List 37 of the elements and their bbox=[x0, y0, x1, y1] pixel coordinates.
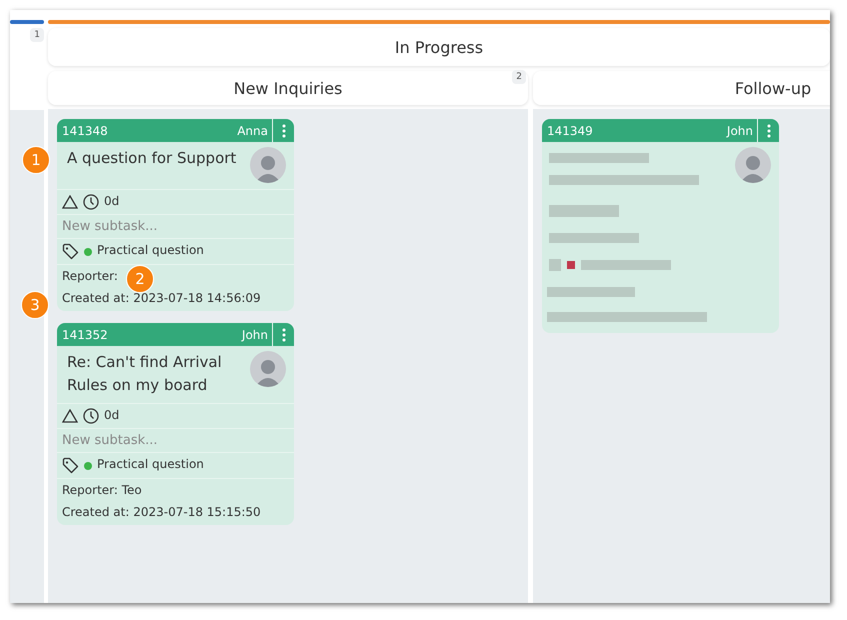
person-silhouette-icon bbox=[255, 153, 281, 183]
card-title: Re: Can't find Arrival Rules on my board bbox=[67, 352, 223, 396]
reporter-text: Reporter: bbox=[62, 269, 118, 283]
tag-label: Practical question bbox=[97, 457, 204, 471]
triangle-icon bbox=[62, 409, 78, 423]
task-card[interactable]: 141352 John Re: Can't find Arrival Rules on my board 0d New subtask... Practical question Reporter: Teo Created at: 2023-07-18 15:15:50 bbox=[57, 323, 294, 525]
clock-icon bbox=[83, 408, 99, 424]
task-id: 141352 bbox=[61, 328, 109, 342]
assignee-name: John bbox=[242, 328, 269, 342]
created-text: Created at: 2023-07-18 14:56:09 bbox=[62, 291, 261, 305]
tag-label: Practical question bbox=[97, 243, 204, 257]
subtask-input[interactable]: New subtask... bbox=[62, 433, 289, 448]
tag-icon bbox=[62, 457, 79, 474]
lane-header: In Progress bbox=[48, 28, 830, 66]
age-text: 0d bbox=[104, 194, 120, 208]
assignee-name: Anna bbox=[237, 124, 269, 138]
triangle-icon bbox=[62, 195, 78, 209]
more-icon bbox=[282, 124, 286, 138]
column-title: Follow-up bbox=[734, 78, 812, 98]
person-silhouette-icon bbox=[255, 357, 281, 387]
more-icon bbox=[282, 328, 286, 342]
lane-count: 1 bbox=[30, 28, 44, 42]
callout-marker: 2 bbox=[126, 265, 154, 293]
clock-icon bbox=[83, 194, 99, 210]
age-text: 0d bbox=[104, 408, 120, 422]
assignee-name: John bbox=[726, 124, 754, 138]
tag-icon bbox=[62, 243, 79, 260]
reporter-text: Reporter: Teo bbox=[62, 483, 142, 497]
card-title: A question for Support bbox=[67, 148, 237, 169]
subtask-input[interactable]: New subtask... bbox=[62, 219, 289, 234]
task-id: 141349 bbox=[546, 124, 594, 138]
person-silhouette-icon bbox=[740, 153, 766, 183]
created-text: Created at: 2023-07-18 15:15:50 bbox=[62, 505, 261, 519]
column-title: New Inquiries bbox=[234, 78, 342, 98]
task-id: 141348 bbox=[61, 124, 109, 138]
more-icon bbox=[766, 124, 770, 138]
column-count: 2 bbox=[512, 70, 526, 84]
